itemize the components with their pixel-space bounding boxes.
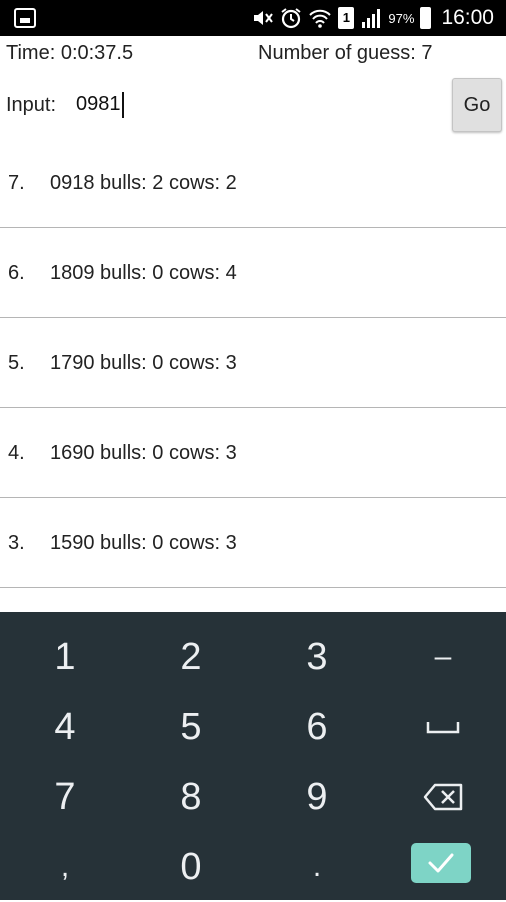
backspace-icon bbox=[423, 783, 463, 811]
guess-number: 4. bbox=[8, 442, 25, 464]
list-item: 3. 1590 bulls: 0 cows: 3 bbox=[0, 498, 506, 588]
guess-result: 0918 bulls: 2 cows: 2 bbox=[50, 172, 237, 194]
screenshot-icon bbox=[14, 8, 36, 28]
done-key[interactable] bbox=[411, 843, 471, 883]
backspace-key[interactable] bbox=[380, 762, 506, 832]
list-item: 6. 1809 bulls: 0 cows: 4 bbox=[0, 228, 506, 318]
list-item: 5. 1790 bulls: 0 cows: 3 bbox=[0, 318, 506, 408]
wifi-icon bbox=[309, 9, 332, 28]
key-4[interactable]: 4 bbox=[2, 692, 128, 762]
key-5[interactable]: 5 bbox=[128, 692, 254, 762]
guess-result: 1690 bulls: 0 cows: 3 bbox=[50, 442, 237, 464]
guess-input[interactable]: 0981 bbox=[76, 88, 436, 120]
guess-list: 7. 0918 bulls: 2 cows: 2 6. 1809 bulls: … bbox=[0, 138, 506, 588]
status-icons: 1 97% 16:00 bbox=[252, 0, 494, 36]
mute-icon bbox=[254, 11, 274, 25]
guess-count: Number of guess: 7 bbox=[258, 42, 433, 64]
key-6[interactable]: 6 bbox=[254, 692, 380, 762]
numeric-keyboard: 1 2 3 – 4 5 6 7 8 9 , 0 . bbox=[0, 612, 506, 900]
list-item: 7. 0918 bulls: 2 cows: 2 bbox=[0, 138, 506, 228]
guess-number: 7. bbox=[8, 172, 25, 194]
sim-icon: 1 bbox=[338, 7, 355, 29]
guess-input-value: 0981 bbox=[76, 93, 121, 115]
signal-icon bbox=[362, 9, 381, 28]
guess-result: 1790 bulls: 0 cows: 3 bbox=[50, 352, 237, 374]
key-period[interactable]: . bbox=[254, 832, 380, 902]
key-minus[interactable]: – bbox=[380, 622, 506, 692]
text-caret bbox=[121, 91, 124, 118]
guess-result: 1809 bulls: 0 cows: 4 bbox=[50, 262, 237, 284]
game-header: Time: 0:0:37.5 Number of guess: 7 bbox=[0, 38, 506, 70]
guess-number: 3. bbox=[8, 532, 25, 554]
guess-result: 1590 bulls: 0 cows: 3 bbox=[50, 532, 237, 554]
key-9[interactable]: 9 bbox=[254, 762, 380, 832]
go-button[interactable]: Go bbox=[452, 78, 502, 132]
clock: 16:00 bbox=[441, 6, 494, 29]
input-label: Input: bbox=[6, 94, 57, 116]
input-row: Input: 0981 Go bbox=[0, 74, 506, 134]
key-space[interactable] bbox=[380, 692, 506, 762]
key-7[interactable]: 7 bbox=[2, 762, 128, 832]
status-bar: 1 97% 16:00 bbox=[0, 0, 506, 36]
guess-number: 6. bbox=[8, 262, 25, 284]
alarm-icon bbox=[281, 8, 302, 29]
check-icon bbox=[428, 853, 454, 873]
key-2[interactable]: 2 bbox=[128, 622, 254, 692]
key-8[interactable]: 8 bbox=[128, 762, 254, 832]
battery-percent: 97% bbox=[388, 10, 415, 26]
key-comma[interactable]: , bbox=[2, 832, 128, 902]
key-1[interactable]: 1 bbox=[2, 622, 128, 692]
guess-number: 5. bbox=[8, 352, 25, 374]
battery-icon bbox=[420, 7, 432, 29]
list-item: 4. 1690 bulls: 0 cows: 3 bbox=[0, 408, 506, 498]
key-3[interactable]: 3 bbox=[254, 622, 380, 692]
key-0[interactable]: 0 bbox=[128, 832, 254, 902]
elapsed-time: Time: 0:0:37.5 bbox=[6, 42, 134, 64]
space-icon bbox=[426, 722, 460, 734]
